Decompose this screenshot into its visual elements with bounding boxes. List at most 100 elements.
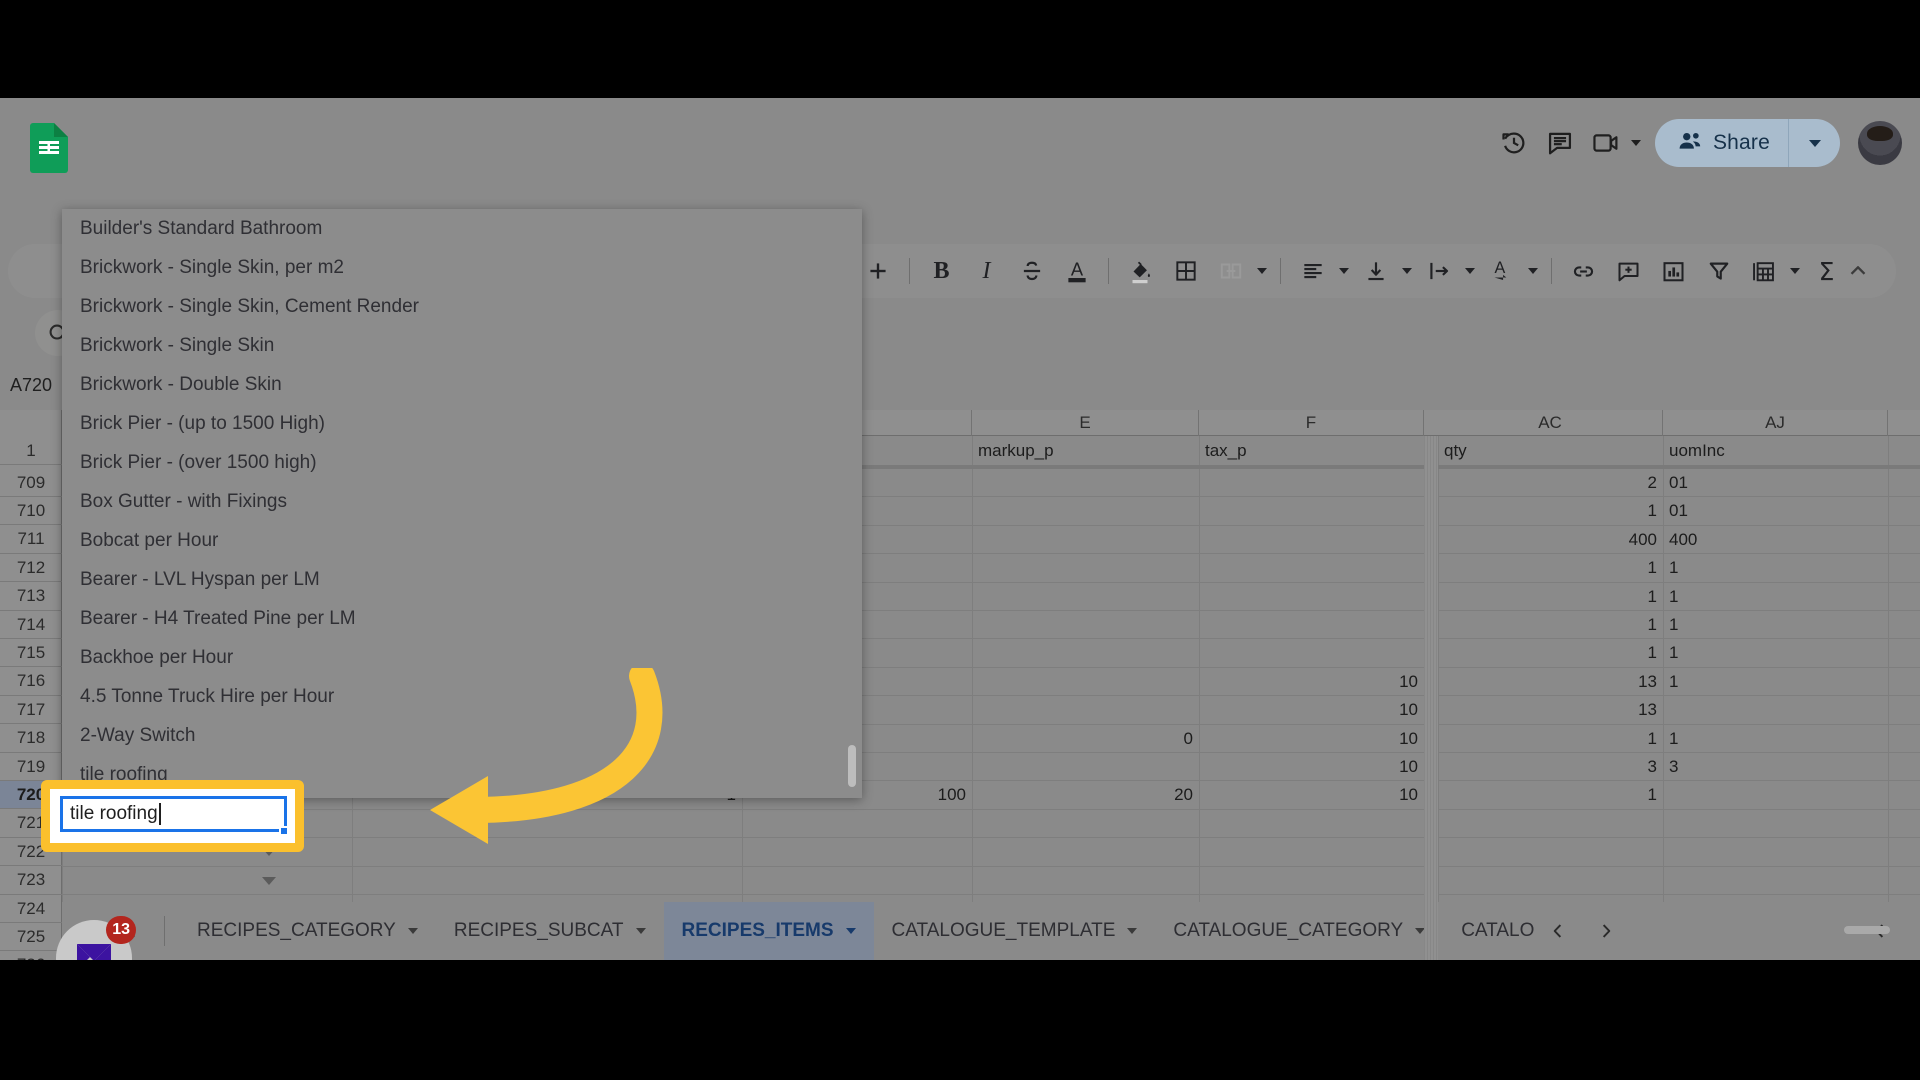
text-rotation-caret[interactable] (1524, 249, 1542, 294)
cell-AC-718[interactable]: 1 (1438, 725, 1663, 753)
vertical-align-caret[interactable] (1398, 249, 1416, 294)
autocomplete-item[interactable]: Box Gutter - with Fixings (62, 482, 862, 521)
tabs-next-button[interactable] (1582, 907, 1630, 955)
cell-AC-714[interactable]: 1 (1438, 611, 1663, 639)
cell-E-720[interactable]: 20 (972, 781, 1199, 809)
dropdown-scrollbar-thumb[interactable] (848, 745, 856, 787)
column-header-F[interactable]: F (1199, 410, 1424, 436)
cell-AJ-709[interactable]: 01 (1663, 469, 1888, 497)
cell-F-716[interactable]: 10 (1199, 668, 1424, 696)
user-avatar[interactable] (1858, 121, 1902, 165)
cell-AJ-718[interactable]: 1 (1663, 725, 1888, 753)
cell-F-718[interactable]: 10 (1199, 725, 1424, 753)
cell-AC-709[interactable]: 2 (1438, 469, 1663, 497)
header-cell-qty[interactable]: qty (1438, 437, 1663, 465)
cell-AJ-716[interactable]: 1 (1663, 668, 1888, 696)
row-header-724[interactable]: 724 (0, 895, 62, 923)
autocomplete-item[interactable]: Builder's Standard Bathroom (62, 209, 862, 248)
text-rotation-button[interactable]: A (1479, 249, 1524, 294)
row-header-715[interactable]: 715 (0, 639, 62, 668)
merge-cells-button[interactable] (1208, 249, 1253, 294)
row-header-710[interactable]: 710 (0, 497, 62, 526)
data-validation-dropdown-icon[interactable] (262, 876, 276, 885)
collapse-toolbar-button[interactable] (1836, 249, 1880, 293)
autocomplete-item[interactable]: Brick Pier - (up to 1500 High) (62, 404, 862, 443)
text-wrap-caret[interactable] (1461, 249, 1479, 294)
cell-AJ-719[interactable]: 3 (1663, 753, 1888, 781)
cell-AC-715[interactable]: 1 (1438, 639, 1663, 667)
horizontal-align-button[interactable] (1290, 249, 1335, 294)
cell-AC-719[interactable]: 3 (1438, 753, 1663, 781)
comment-icon[interactable] (1537, 120, 1583, 166)
sheet-tab-caret-icon[interactable] (845, 928, 856, 934)
cell-AJ-713[interactable]: 1 (1663, 583, 1888, 611)
autocomplete-item[interactable]: Bobcat per Hour (62, 521, 862, 560)
cell-AC-712[interactable]: 1 (1438, 554, 1663, 582)
header-cell-markup-p[interactable]: markup_p (972, 437, 1199, 465)
row-header-725[interactable]: 725 (0, 923, 62, 952)
autocomplete-item[interactable]: Backhoe per Hour (62, 638, 862, 677)
tabs-prev-button[interactable] (1534, 907, 1582, 955)
bold-button[interactable]: B (919, 249, 964, 294)
row-header-1[interactable]: 1 (0, 437, 62, 465)
cell-AC-711[interactable]: 400 (1438, 526, 1663, 554)
cell-AJ-712[interactable]: 1 (1663, 554, 1888, 582)
autocomplete-item[interactable]: Brickwork - Single Skin, Cement Render (62, 287, 862, 326)
row-header-718[interactable]: 718 (0, 725, 62, 753)
cell-AJ-715[interactable]: 1 (1663, 639, 1888, 667)
row-header-717[interactable]: 717 (0, 696, 62, 725)
autocomplete-item[interactable]: Bearer - LVL Hyspan per LM (62, 560, 862, 599)
column-header-AC[interactable]: AC (1438, 410, 1663, 436)
cell-AJ-711[interactable]: 400 (1663, 526, 1888, 554)
version-history-icon[interactable] (1491, 120, 1537, 166)
cell-AC-717[interactable]: 13 (1438, 696, 1663, 724)
insert-link-button[interactable] (1561, 249, 1606, 294)
column-header-AJ[interactable]: AJ (1663, 410, 1888, 436)
cell-F-720[interactable]: 10 (1199, 781, 1424, 809)
row-header-726[interactable]: 726 (0, 952, 62, 960)
functions-button[interactable] (1741, 249, 1786, 294)
row-header-713[interactable]: 713 (0, 583, 62, 611)
autocomplete-item[interactable]: Brickwork - Single Skin, per m2 (62, 248, 862, 287)
italic-button[interactable]: I (964, 249, 1009, 294)
meet-dropdown-caret[interactable] (1630, 140, 1641, 146)
sheet-tab-caret-icon[interactable] (407, 928, 418, 934)
sheet-tab-catalogue-category[interactable]: CATALOGUE_CATEGORY (1155, 902, 1443, 960)
dropdown-scrollbar[interactable] (848, 217, 856, 790)
autocomplete-item[interactable]: 2-Way Switch (62, 716, 862, 755)
horizontal-scrollbar-thumb[interactable] (1844, 926, 1890, 934)
sheet-tab-catalogue-template[interactable]: CATALOGUE_TEMPLATE (874, 902, 1156, 960)
autocomplete-item[interactable]: Brickwork - Single Skin (62, 326, 862, 365)
cell-AC-710[interactable]: 1 (1438, 497, 1663, 525)
autocomplete-item[interactable]: Brick Pier - (over 1500 high) (62, 443, 862, 482)
sheet-tab-catalo[interactable]: CATALO (1443, 902, 1534, 960)
fill-color-button[interactable] (1118, 249, 1163, 294)
google-sheets-logo[interactable] (30, 123, 68, 173)
horizontal-align-caret[interactable] (1335, 249, 1353, 294)
sheet-tab-recipes-subcat[interactable]: RECIPES_SUBCAT (436, 902, 664, 960)
cell-AC-716[interactable]: 13 (1438, 668, 1663, 696)
create-filter-button[interactable] (1696, 249, 1741, 294)
insert-comment-button[interactable] (1606, 249, 1651, 294)
functions-caret[interactable] (1786, 249, 1804, 294)
sheet-tab-recipes-category[interactable]: RECIPES_CATEGORY (179, 902, 436, 960)
row-header-716[interactable]: 716 (0, 668, 62, 696)
column-header-E[interactable]: E (972, 410, 1199, 436)
strikethrough-button[interactable] (1009, 249, 1054, 294)
cell-AJ-710[interactable]: 01 (1663, 497, 1888, 525)
cell-AC-713[interactable]: 1 (1438, 583, 1663, 611)
row-header-719[interactable]: 719 (0, 753, 62, 781)
autocomplete-item[interactable]: Brickwork - Double Skin (62, 365, 862, 404)
name-box[interactable]: A720 (0, 368, 62, 402)
vertical-align-button[interactable] (1353, 249, 1398, 294)
sheet-tab-caret-icon[interactable] (1127, 928, 1138, 934)
video-camera-icon[interactable] (1583, 120, 1629, 166)
cell-AJ-714[interactable]: 1 (1663, 611, 1888, 639)
borders-button[interactable] (1163, 249, 1208, 294)
row-header-723[interactable]: 723 (0, 867, 62, 895)
autocomplete-item[interactable]: Bearer - H4 Treated Pine per LM (62, 599, 862, 638)
row-header-712[interactable]: 712 (0, 554, 62, 583)
autocomplete-item[interactable]: 4.5 Tonne Truck Hire per Hour (62, 677, 862, 716)
header-cell-uominc[interactable]: uomInc (1663, 437, 1888, 465)
merge-dropdown-caret[interactable] (1253, 249, 1271, 294)
